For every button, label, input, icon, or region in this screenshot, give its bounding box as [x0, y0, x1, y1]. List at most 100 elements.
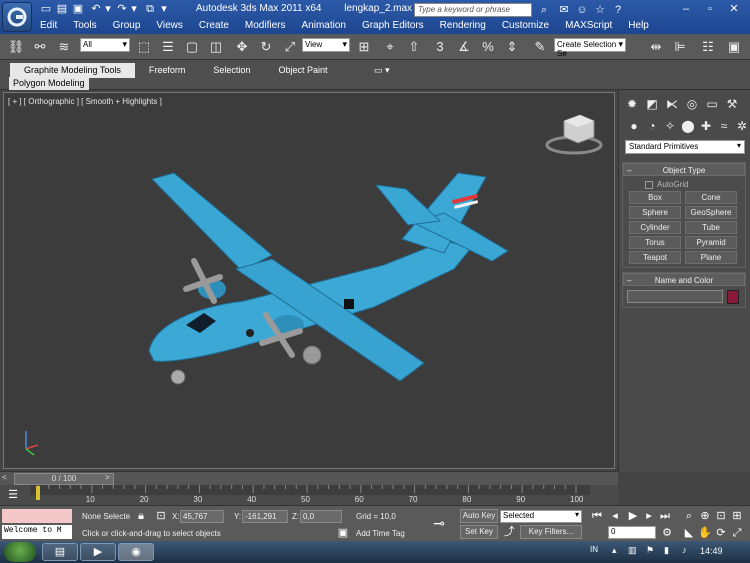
edit-named-selection-icon[interactable]: ✎ [530, 37, 550, 57]
set-key-icon[interactable]: ⊸ [432, 516, 446, 530]
utilities-tab-icon[interactable]: ⚒ [723, 96, 741, 112]
go-to-end-icon[interactable]: ⏭ [658, 509, 672, 523]
maximize-button[interactable]: ▫ [698, 0, 722, 18]
object-name-field[interactable] [627, 290, 723, 303]
new-file-icon[interactable]: ▭ [38, 2, 54, 17]
time-slider[interactable]: < 0 / 100 > [0, 471, 618, 485]
quick-access-dropdown-icon[interactable]: ▾ [156, 2, 172, 17]
perspective-viewport[interactable]: [ + ] [ Orthographic ] [ Smooth + Highli… [3, 92, 615, 469]
set-key-button[interactable]: Set Key [460, 525, 498, 539]
zoom-icon[interactable]: ⌕ [682, 509, 696, 523]
time-slider-thumb[interactable]: 0 / 100 [14, 473, 114, 485]
select-and-rotate-icon[interactable]: ↻ [256, 37, 276, 57]
time-tag-icon[interactable]: ▣ [336, 526, 350, 540]
object-type-header[interactable]: – Object Type [623, 163, 745, 176]
time-configuration-icon[interactable]: ⚙ [660, 526, 674, 540]
keyboard-shortcut-override-icon[interactable]: ⇧ [404, 37, 424, 57]
z-coordinate-field[interactable]: 0,0 [300, 510, 342, 523]
select-and-scale-icon[interactable]: ⤢ [280, 37, 300, 57]
reference-coordinate-dropdown[interactable]: View [302, 38, 350, 52]
tray-arrow-icon[interactable]: ▴ [612, 545, 617, 556]
start-button[interactable] [4, 542, 36, 562]
manipulate-icon[interactable]: ⌖ [380, 37, 400, 57]
battery-icon[interactable]: ▮ [664, 545, 669, 556]
x-coordinate-field[interactable]: 45,767 [180, 510, 224, 523]
torus-button[interactable]: Torus [629, 236, 681, 249]
app-logo-icon[interactable] [2, 2, 32, 32]
menu-rendering[interactable]: Rendering [434, 18, 492, 34]
3dsmax-taskbar-icon[interactable]: ◉ [118, 543, 154, 561]
add-time-tag[interactable]: Add Time Tag [356, 529, 405, 538]
next-frame-icon[interactable]: ▸ [642, 509, 656, 523]
object-color-swatch[interactable] [727, 290, 739, 304]
explorer-taskbar-icon[interactable]: ▤ [42, 543, 78, 561]
spinner-snap-icon[interactable]: ⇕ [502, 37, 522, 57]
snaps-toggle-icon[interactable]: 3 [430, 37, 450, 57]
select-object-icon[interactable]: ⬚ [134, 37, 154, 57]
bind-space-warp-icon[interactable]: ≋ [54, 37, 74, 57]
action-center-icon[interactable]: ⚑ [646, 545, 654, 556]
close-button[interactable]: ✕ [722, 0, 746, 18]
modify-tab-icon[interactable]: ◩ [643, 96, 661, 112]
geometry-icon[interactable]: ● [625, 118, 643, 134]
minimize-button[interactable]: – [674, 0, 698, 18]
zoom-all-icon[interactable]: ⊕ [698, 509, 712, 523]
select-and-link-icon[interactable]: ⛓ [6, 37, 26, 57]
plane-button[interactable]: Plane [685, 251, 737, 264]
orbit-icon[interactable]: ⟳ [714, 526, 728, 540]
system-clock[interactable]: 14:49 [700, 546, 723, 556]
cylinder-button[interactable]: Cylinder [629, 221, 681, 234]
sphere-button[interactable]: Sphere [629, 206, 681, 219]
field-of-view-icon[interactable]: ◣ [682, 526, 696, 540]
angle-snap-icon[interactable]: ∡ [454, 37, 474, 57]
time-slider-prev-icon[interactable]: < [2, 473, 7, 482]
box-button[interactable]: Box [629, 191, 681, 204]
geosphere-button[interactable]: GeoSphere [685, 206, 737, 219]
key-mode-dropdown[interactable]: Selected [500, 510, 582, 523]
tube-button[interactable]: Tube [685, 221, 737, 234]
graphite-toggle-icon[interactable]: ▣ [724, 37, 744, 57]
align-icon[interactable]: ⊫ [670, 37, 690, 57]
open-file-icon[interactable]: ▤ [54, 2, 70, 17]
redo-dropdown-icon[interactable]: ▾ [126, 2, 142, 17]
use-pivot-point-icon[interactable]: ⊞ [354, 37, 374, 57]
menu-views[interactable]: Views [150, 18, 189, 34]
airplane-model[interactable] [148, 172, 509, 385]
maximize-viewport-icon[interactable]: ⤢ [730, 526, 744, 540]
motion-tab-icon[interactable]: ◎ [683, 96, 701, 112]
tab-freeform[interactable]: Freeform [135, 63, 200, 78]
menu-modifiers[interactable]: Modifiers [239, 18, 292, 34]
time-slider-next-icon[interactable]: > [105, 473, 110, 482]
volume-icon[interactable]: ♪ [682, 545, 687, 555]
ribbon-panel-polygon-modeling[interactable]: Polygon Modeling [9, 77, 89, 90]
zoom-extents-all-icon[interactable]: ⊞ [730, 509, 744, 523]
menu-create[interactable]: Create [193, 18, 235, 34]
track-bar[interactable]: ☰ 10 20 30 40 50 60 70 80 90 100 [0, 485, 618, 505]
teapot-button[interactable]: Teapot [629, 251, 681, 264]
space-warps-icon[interactable]: ≈ [715, 118, 733, 134]
menu-tools[interactable]: Tools [67, 18, 102, 34]
tab-graphite-modeling-tools[interactable]: Graphite Modeling Tools [10, 63, 135, 78]
previous-frame-icon[interactable]: ◂ [608, 509, 622, 523]
favorites-star-icon[interactable]: ☆ [592, 3, 608, 17]
unlink-icon[interactable]: ⚯ [30, 37, 50, 57]
helpers-icon[interactable]: ✚ [697, 118, 715, 134]
network-icon[interactable]: ▥ [628, 545, 637, 556]
help-search-input[interactable]: Type a keyword or phrase [414, 3, 532, 17]
select-by-name-icon[interactable]: ☰ [158, 37, 178, 57]
mirror-icon[interactable]: ⇹ [646, 37, 666, 57]
pan-icon[interactable]: ✋ [698, 526, 712, 540]
display-tab-icon[interactable]: ▭ [703, 96, 721, 112]
create-tab-icon[interactable]: ✹ [623, 96, 641, 112]
menu-help[interactable]: Help [622, 18, 655, 34]
media-player-taskbar-icon[interactable]: ▶ [80, 543, 116, 561]
viewport-label[interactable]: [ + ] [ Orthographic ] [ Smooth + Highli… [8, 97, 162, 106]
menu-maxscript[interactable]: MAXScript [559, 18, 618, 34]
current-frame-field[interactable]: 0 [608, 526, 656, 539]
maxscript-listener-input[interactable] [2, 509, 72, 523]
percent-snap-icon[interactable]: % [478, 37, 498, 57]
tab-object-paint[interactable]: Object Paint [264, 63, 341, 78]
menu-group[interactable]: Group [107, 18, 147, 34]
menu-animation[interactable]: Animation [295, 18, 351, 34]
cameras-icon[interactable]: ⬤ [679, 118, 697, 134]
